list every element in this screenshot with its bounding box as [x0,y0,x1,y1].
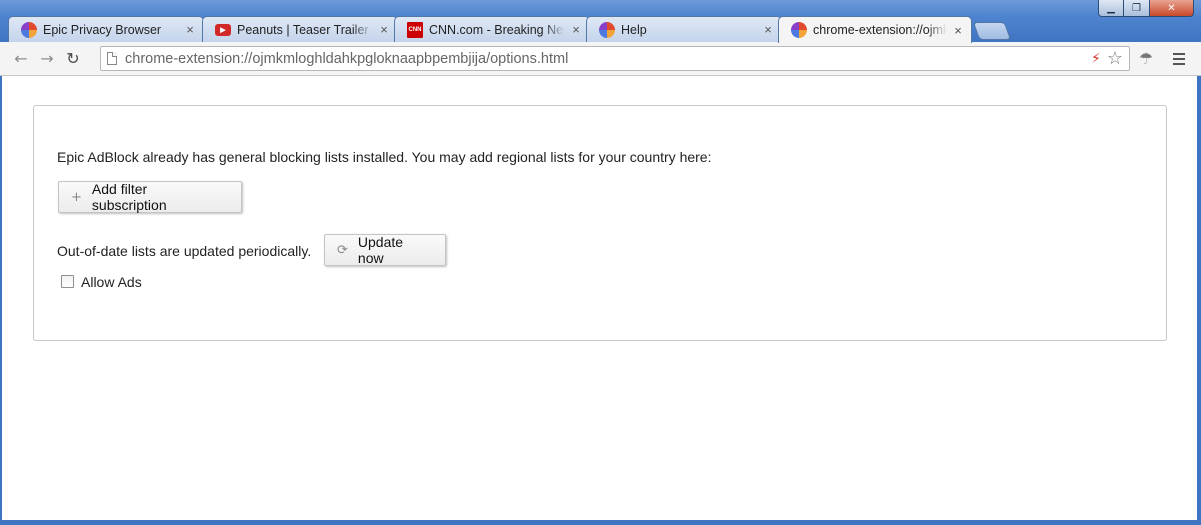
tab-options-active[interactable]: chrome-extension://ojmkmloghldahkpglokna… [778,16,972,43]
tab-close-icon[interactable]: × [183,22,197,37]
url-text[interactable]: chrome-extension://ojmkmloghldahkpglokna… [125,51,1091,67]
allow-ads-checkbox[interactable] [61,274,74,288]
forward-icon[interactable]: → [34,46,60,72]
plugin-blocked-icon[interactable]: ⚡ [1091,51,1101,67]
tab-strip: Epic Privacy Browser × ▶ Peanuts | Tease… [8,16,1188,43]
tab-help[interactable]: Help × [586,16,782,42]
hamburger-menu-icon[interactable] [1167,48,1191,70]
omnibox-actions: ⚡ ☆ [1091,48,1129,69]
back-icon[interactable]: ← [8,46,34,72]
reload-icon[interactable]: ↻ [60,46,86,72]
cnn-icon: CNN [407,21,423,38]
intro-text: Epic AdBlock already has general blockin… [57,149,712,165]
plus-icon: + [71,189,82,205]
tab-close-icon[interactable]: × [377,22,391,37]
tab-close-icon[interactable]: × [569,22,583,37]
add-filter-subscription-button[interactable]: + Add filter subscription [58,181,242,213]
bookmark-star-icon[interactable]: ☆ [1107,48,1123,69]
address-bar[interactable]: chrome-extension://ojmkmloghldahkpglokna… [100,46,1130,71]
epic-icon [791,22,807,38]
minimize-button[interactable]: ▁ [1098,0,1124,17]
update-info-text: Out-of-date lists are updated periodical… [57,243,312,259]
page-content: Epic AdBlock already has general blockin… [2,76,1197,520]
tab-title: Peanuts | Teaser Trailer [HD] | 20th Cen… [237,22,373,37]
tab-epic-privacy-browser[interactable]: Epic Privacy Browser × [8,16,204,42]
update-now-button[interactable]: ⟳ Update now [324,234,446,266]
browser-window: ▁ ❐ ✕ Epic Privacy Browser × ▶ Peanuts |… [0,0,1201,525]
close-window-button[interactable]: ✕ [1150,0,1194,17]
epic-icon [599,21,615,38]
tab-peanuts-trailer[interactable]: ▶ Peanuts | Teaser Trailer [HD] | 20th C… [202,16,398,42]
allow-ads-row[interactable]: Allow Ads [61,274,142,290]
refresh-icon: ⟳ [337,242,348,258]
tab-close-icon[interactable]: × [761,22,775,37]
youtube-icon: ▶ [215,23,231,36]
tab-title: CNN.com - Breaking News [429,22,565,37]
umbrella-extension-icon[interactable]: ☂ [1135,49,1157,69]
add-filter-label: Add filter subscription [91,181,167,213]
tab-cnn[interactable]: CNN CNN.com - Breaking News × [394,16,590,42]
page-icon [107,52,117,65]
tab-title: chrome-extension://ojmkmloghldahkpglokna… [813,23,947,37]
update-now-label: Update now [357,234,404,266]
epic-icon [21,21,37,38]
maximize-button[interactable]: ❐ [1124,0,1150,17]
tab-title: Epic Privacy Browser [43,22,162,37]
allow-ads-label[interactable]: Allow Ads [81,274,142,290]
tab-title: Help [621,22,647,37]
options-panel: Epic AdBlock already has general blockin… [33,105,1167,341]
tab-close-icon[interactable]: × [951,23,965,38]
new-tab-button[interactable] [972,22,1012,40]
browser-toolbar: ← → ↻ chrome-extension://ojmkmloghldahkp… [0,42,1201,76]
